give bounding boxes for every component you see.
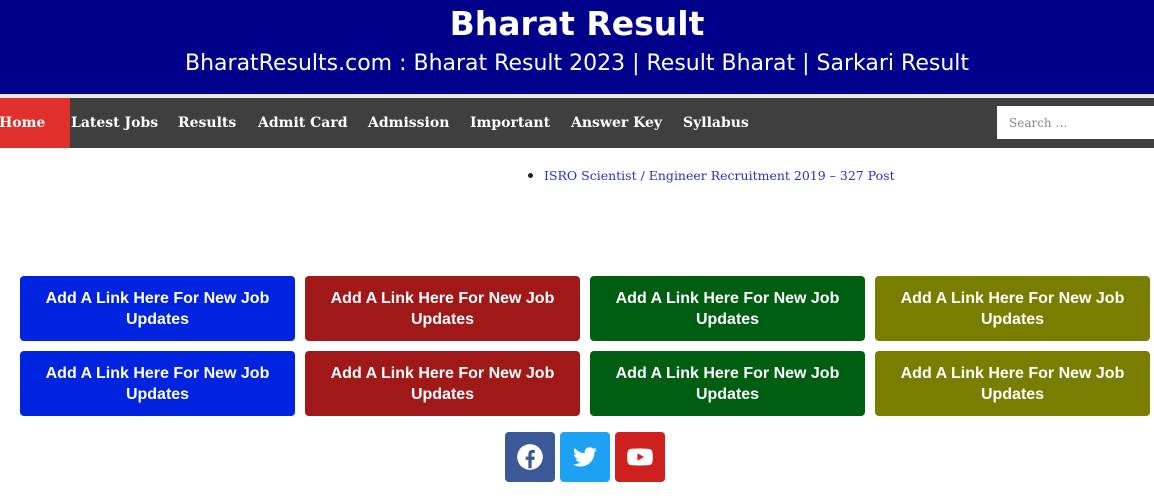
site-title[interactable]: Bharat Result [0,4,1154,44]
twitter-button[interactable] [560,432,610,482]
site-tagline: BharatResults.com : Bharat Result 2023 |… [185,51,969,76]
nav-item-syllabus[interactable]: Syllabus [683,98,749,148]
site-header: Bharat Result BharatResults.com : Bharat… [0,0,1154,94]
nav-item-results[interactable]: Results [178,98,236,148]
twitter-icon [573,447,597,467]
list-item: ISRO Scientist / Engineer Recruitment 20… [528,165,895,186]
job-link-button[interactable]: Add A Link Here For New Job Updates [305,351,580,416]
nav-item-answer-key[interactable]: Answer Key [571,98,662,148]
nav-item-admit-card[interactable]: Admit Card [258,98,348,148]
facebook-button[interactable] [505,432,555,482]
job-link-button[interactable]: Add A Link Here For New Job Updates [590,276,865,341]
job-link-button[interactable]: Add A Link Here For New Job Updates [590,351,865,416]
nav-item-admission[interactable]: Admission [368,98,449,148]
job-link-button[interactable]: Add A Link Here For New Job Updates [20,276,295,341]
nav-item-latest-jobs[interactable]: Latest Jobs [71,98,158,148]
search-input[interactable] [997,106,1154,139]
job-link-button[interactable]: Add A Link Here For New Job Updates [305,276,580,341]
recent-post-link[interactable]: ISRO Scientist / Engineer Recruitment 20… [544,168,895,183]
recent-posts-list: ISRO Scientist / Engineer Recruitment 20… [528,165,895,186]
job-link-button[interactable]: Add A Link Here For New Job Updates [20,351,295,416]
youtube-icon [627,448,653,466]
nav-item-home[interactable]: Home [0,98,70,148]
main-navigation: Home Latest Jobs Results Admit Card Admi… [0,98,1154,148]
job-link-button[interactable]: Add A Link Here For New Job Updates [875,351,1150,416]
facebook-icon [517,444,543,470]
youtube-button[interactable] [615,432,665,482]
job-link-button[interactable]: Add A Link Here For New Job Updates [875,276,1150,341]
nav-item-important[interactable]: Important [470,98,550,148]
job-links-grid: Add A Link Here For New Job Updates Add … [20,276,1154,418]
